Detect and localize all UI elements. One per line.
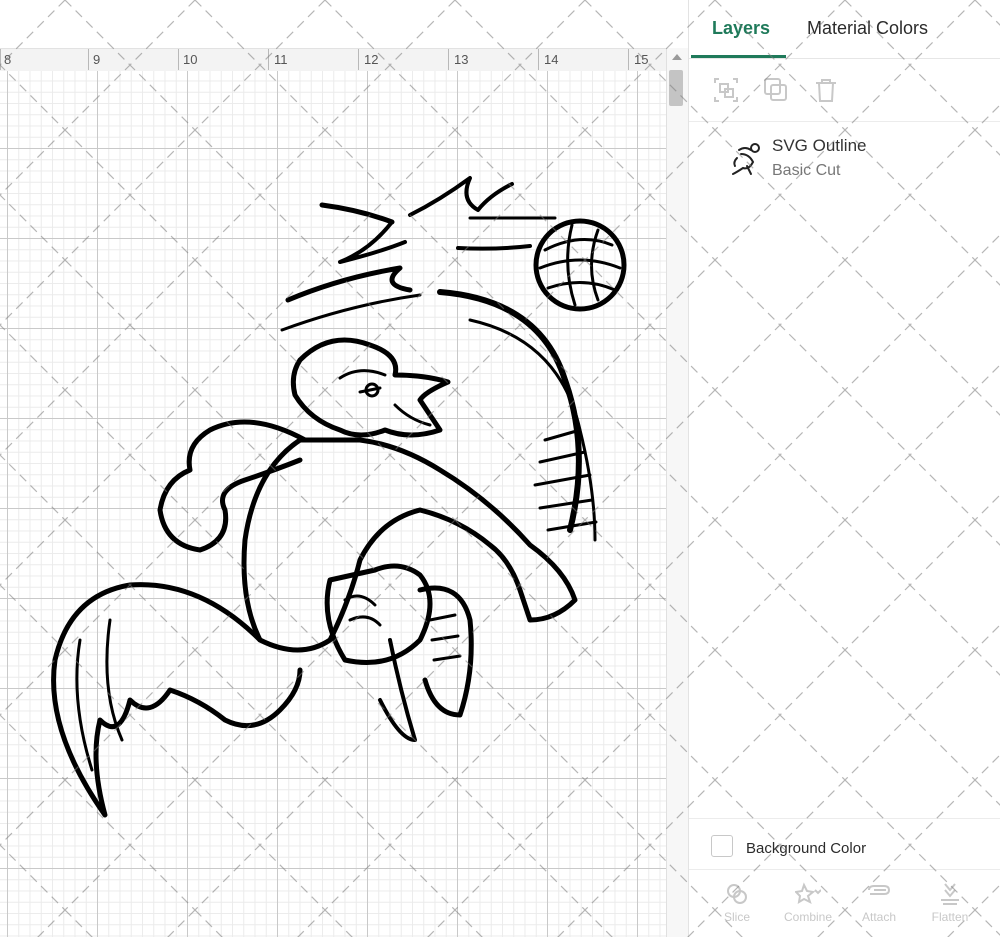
layers-panel: Layers Material Colors SVG Outline Basic…	[688, 0, 1000, 937]
panel-tabs: Layers Material Colors	[689, 0, 1000, 59]
layers-toolbar	[689, 59, 1000, 122]
tab-layers[interactable]: Layers	[712, 18, 770, 39]
body-outline	[241, 437, 578, 653]
motion-line	[456, 244, 532, 251]
motion-line	[285, 265, 413, 303]
attach-icon	[868, 885, 891, 895]
combine-button[interactable]: Combine	[776, 882, 840, 934]
layer-name: SVG Outline	[772, 136, 867, 155]
group-icon[interactable]	[711, 75, 741, 105]
slice-label: Slice	[723, 910, 750, 924]
flatten-label: Flatten	[931, 910, 969, 924]
layer-item[interactable]: SVG Outline Basic Cut	[689, 122, 1000, 192]
swing-arc	[437, 289, 582, 533]
tab-material-colors[interactable]: Material Colors	[807, 18, 928, 39]
layer-operation: Basic Cut	[772, 162, 841, 179]
tail	[51, 582, 303, 818]
bottom-action-bar: Slice Combine Attach Flatten	[689, 869, 1000, 938]
slice-icon	[727, 884, 747, 904]
left-arm	[157, 419, 308, 553]
roadrunner-thumbnail-icon	[732, 143, 760, 175]
design-canvas[interactable]: 8 9 10 11 12 13 14 15	[0, 0, 688, 937]
delete-icon[interactable]	[811, 75, 841, 105]
background-color-row: Background Color	[689, 818, 1000, 869]
combine-label: Combine	[783, 910, 833, 924]
active-tab-indicator	[691, 55, 786, 58]
motion-line	[280, 293, 422, 332]
flatten-button[interactable]: Flatten	[918, 882, 982, 934]
attach-label: Attach	[861, 910, 897, 924]
motion-line	[319, 202, 395, 225]
roadrunner-volleyball-artwork[interactable]	[0, 0, 688, 937]
duplicate-icon[interactable]	[761, 75, 791, 105]
head-outline	[290, 337, 451, 438]
background-color-checkbox[interactable]	[711, 835, 733, 857]
motion-line	[408, 176, 514, 217]
background-color-label: Background Color	[746, 840, 867, 857]
combine-icon	[795, 882, 821, 904]
slice-button[interactable]: Slice	[705, 882, 769, 934]
attach-button[interactable]: Attach	[847, 882, 911, 934]
motion-line	[338, 220, 407, 264]
flatten-icon	[941, 883, 959, 905]
